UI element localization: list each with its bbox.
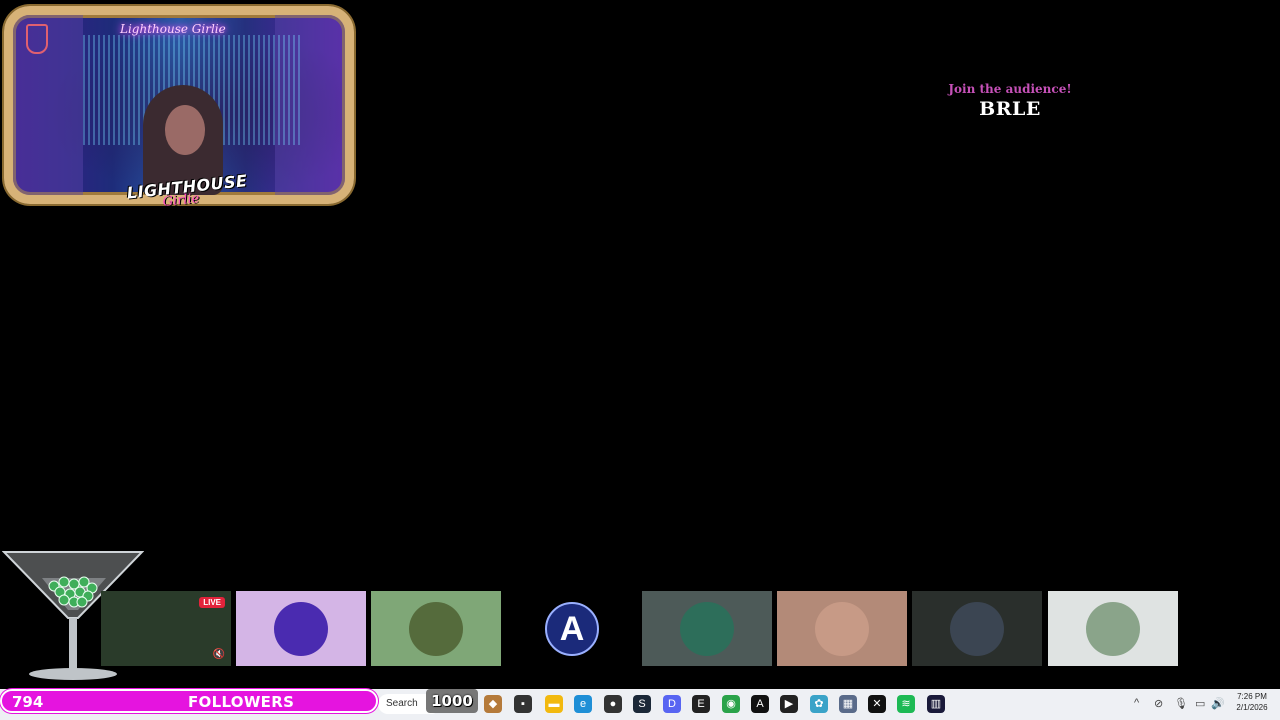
audience-prompt: Join the audience! (948, 82, 1072, 96)
channel-logo: LIGHTHOUSE Girlie (126, 171, 248, 226)
thumb-green-logo[interactable] (371, 591, 501, 666)
follower-goal: 1000 (426, 689, 478, 713)
follower-label: FOLLOWERS (188, 693, 295, 711)
capcut-icon[interactable]: ✕ (868, 695, 886, 713)
obs-icon[interactable]: ● (604, 695, 622, 713)
network-icon[interactable]: ⊘ (1154, 697, 1163, 710)
thumb-a-logo[interactable]: A (507, 591, 637, 666)
task-view-icon[interactable]: ▪ (514, 695, 532, 713)
green-logo-icon (409, 601, 463, 656)
clock-time: 7:26 PM (1237, 692, 1267, 701)
thumb-airplane-photo[interactable] (1048, 591, 1178, 666)
audience-widget: Join the audience! BRLE (940, 82, 1080, 120)
profile-photo-icon (815, 601, 869, 656)
live-badge: LIVE (199, 597, 225, 608)
audience-code: BRLE (979, 98, 1041, 120)
edge-icon[interactable]: e (574, 695, 592, 713)
tray-chevron-icon[interactable]: ^ (1134, 697, 1139, 709)
calculator-icon[interactable]: ▦ (839, 695, 857, 713)
discord-icon[interactable]: D (663, 695, 681, 713)
taskbar-clock[interactable]: 7:26 PM 2/1/2026 (1228, 691, 1276, 713)
adobe-icon[interactable]: A (751, 695, 769, 713)
file-explorer-icon[interactable]: ▬ (545, 695, 563, 713)
aurora-logo-icon (680, 601, 734, 656)
shield-icon (26, 24, 48, 54)
wolf-avatar-icon (950, 601, 1004, 656)
mic-icon[interactable]: 🎙 (1174, 697, 1188, 710)
widgets-icon[interactable]: ◆ (484, 695, 502, 713)
thumb-profile-photo[interactable] (777, 591, 907, 666)
thumb-wolf-avatar[interactable] (912, 591, 1042, 666)
steam-icon[interactable]: S (633, 695, 651, 713)
spotify-icon[interactable]: ≋ (897, 695, 915, 713)
follower-goal-bar: 794 FOLLOWERS (0, 689, 378, 713)
volume-icon[interactable]: 🔊 (1211, 697, 1225, 710)
mute-icon[interactable]: 🔇 (213, 649, 225, 660)
chrome-icon[interactable]: ◉ (722, 695, 740, 713)
door-left (13, 15, 83, 195)
neon-sign: Lighthouse Girlie (120, 22, 226, 36)
lighthouse-logo-icon (274, 601, 328, 656)
clock-date: 2/1/2026 (1236, 703, 1268, 712)
streamer-face (165, 105, 205, 155)
streamdeck-icon[interactable]: ▥ (927, 695, 945, 713)
media-player-icon[interactable]: ▶ (780, 695, 798, 713)
epic-games-icon[interactable]: E (692, 695, 710, 713)
photos-icon[interactable]: ✿ (810, 695, 828, 713)
display-icon[interactable]: ▭ (1195, 697, 1205, 710)
thumb-aurora-logo[interactable] (642, 591, 772, 666)
follower-count: 794 (12, 693, 44, 711)
a-logo-icon: A (545, 601, 599, 656)
airplane-photo-icon (1086, 601, 1140, 656)
thumb-lighthouse-logo[interactable] (236, 591, 366, 666)
thumb-stream-preview[interactable]: LIVE 🔇 (101, 591, 231, 666)
